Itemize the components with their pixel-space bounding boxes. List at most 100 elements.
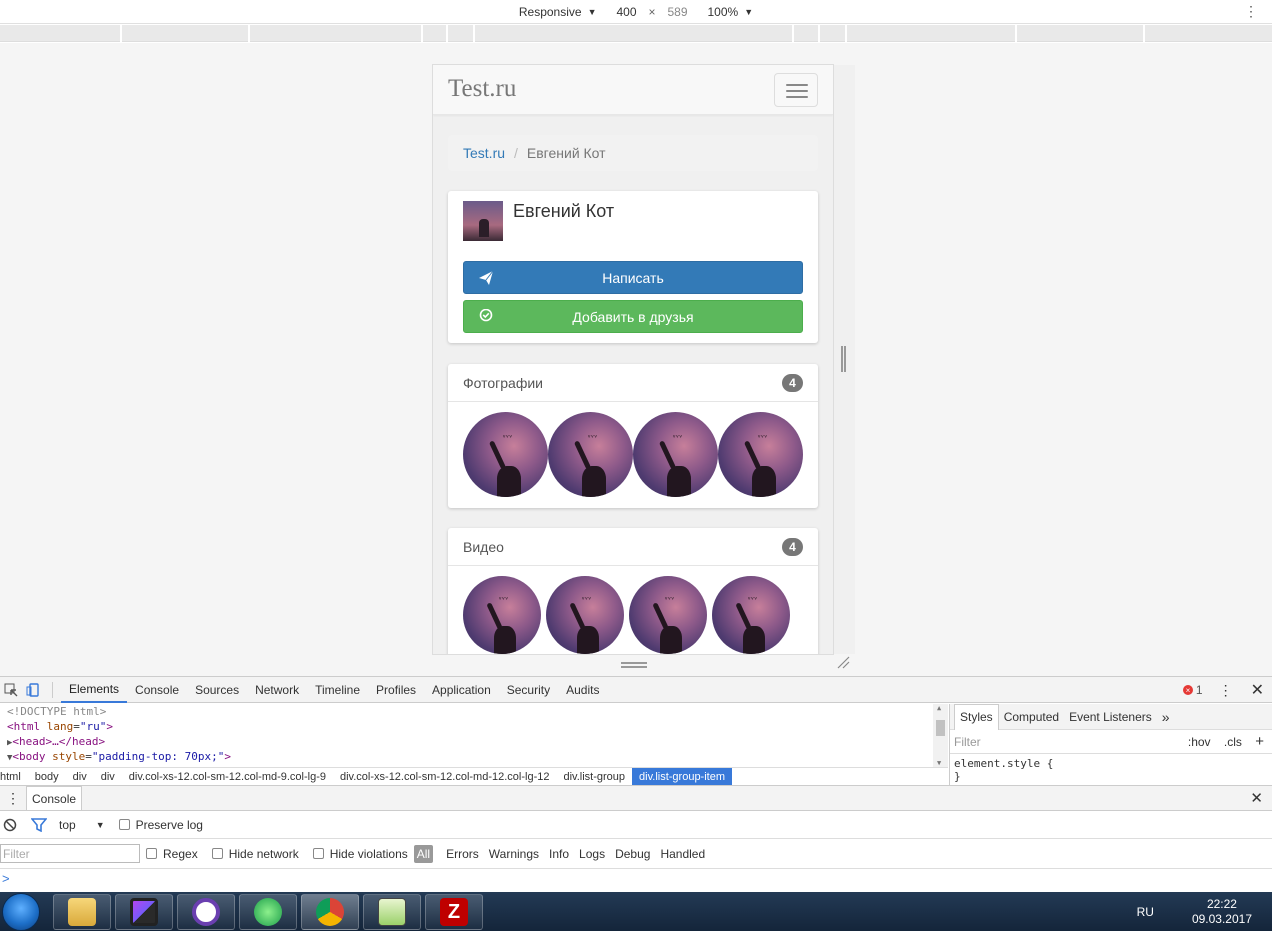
- tab-audits[interactable]: Audits: [558, 677, 607, 703]
- more-options-icon[interactable]: ⋮: [1244, 4, 1258, 18]
- hide-network-checkbox[interactable]: [211, 848, 223, 859]
- close-devtools-icon[interactable]: ✕: [1251, 680, 1264, 700]
- hide-violations-checkbox[interactable]: [312, 848, 324, 859]
- dom-crumb[interactable]: div.list-group: [556, 768, 632, 786]
- console-filter-input[interactable]: Filter: [0, 844, 140, 863]
- video-thumbnail[interactable]: ᵥᵥᵥ: [463, 576, 541, 654]
- video-thumbnail[interactable]: ᵥᵥᵥ: [629, 576, 707, 654]
- dom-breadcrumbs: html body div div div.col-xs-12.col-sm-1…: [0, 767, 948, 786]
- inspect-element-icon[interactable]: [0, 677, 22, 703]
- clock[interactable]: 22:22 09.03.2017: [1192, 897, 1252, 927]
- level-errors-button[interactable]: Errors: [446, 847, 479, 861]
- error-icon[interactable]: ×: [1182, 685, 1193, 695]
- zoom-select[interactable]: 100% ▼: [708, 5, 754, 19]
- tab-sources[interactable]: Sources: [187, 677, 247, 703]
- level-logs-button[interactable]: Logs: [579, 847, 605, 861]
- dom-tree[interactable]: <!DOCTYPE html> <html lang="ru"> ▶<head>…: [0, 704, 948, 767]
- filter-icon[interactable]: [31, 817, 47, 832]
- photo-thumbnail[interactable]: ᵥᵥᵥ: [633, 412, 718, 497]
- cls-toggle[interactable]: .cls: [1224, 735, 1242, 749]
- photo-thumbnail[interactable]: ᵥᵥᵥ: [463, 412, 548, 497]
- taskbar-app-file-explorer[interactable]: [53, 894, 111, 930]
- regex-checkbox[interactable]: [146, 848, 157, 859]
- drawer-tab-console[interactable]: Console: [26, 786, 83, 810]
- console-filter-bar: Filter Regex Hide network Hide violation…: [0, 839, 1272, 869]
- tab-network[interactable]: Network: [247, 677, 307, 703]
- more-tabs-icon[interactable]: »: [1157, 704, 1175, 730]
- resize-handle-right[interactable]: [841, 346, 846, 372]
- clear-console-icon[interactable]: [3, 818, 17, 832]
- video-thumbnail[interactable]: ᵥᵥᵥ: [712, 576, 790, 654]
- devtools-menu-icon[interactable]: ⋮: [1219, 682, 1233, 699]
- device-toolbar-toggle-icon[interactable]: [22, 677, 44, 703]
- video-panel-header[interactable]: Видео 4: [448, 528, 818, 566]
- photos-panel-header[interactable]: Фотографии 4: [448, 364, 818, 402]
- dom-scrollbar[interactable]: ▲ ▼: [933, 704, 948, 767]
- hov-toggle[interactable]: :hov: [1188, 735, 1211, 749]
- resize-handle-bottom[interactable]: [621, 662, 647, 668]
- media-query-ruler[interactable]: [0, 25, 1272, 42]
- video-thumbnail[interactable]: ᵥᵥᵥ: [546, 576, 624, 654]
- preserve-log-checkbox[interactable]: [118, 819, 130, 830]
- error-count[interactable]: 1: [1196, 683, 1203, 697]
- dom-crumb[interactable]: div.col-xs-12.col-sm-12.col-md-12.col-lg…: [333, 768, 556, 786]
- breadcrumb-home-link[interactable]: Test.ru: [463, 145, 505, 161]
- taskbar-app-chrome[interactable]: [301, 894, 359, 930]
- tab-timeline[interactable]: Timeline: [307, 677, 368, 703]
- photo-thumbnail[interactable]: ᵥᵥᵥ: [718, 412, 803, 497]
- chevron-down-icon[interactable]: ▼: [96, 820, 105, 830]
- dom-crumb[interactable]: div.col-xs-12.col-sm-12.col-md-9.col-lg-…: [122, 768, 333, 786]
- taskbar-app-github[interactable]: [177, 894, 235, 930]
- drawer-menu-icon[interactable]: ⋮: [6, 790, 20, 807]
- dom-head-tag[interactable]: <head>…</head>: [12, 735, 105, 748]
- dom-body-tag[interactable]: <body: [12, 750, 45, 763]
- send-message-button[interactable]: Написать: [463, 261, 803, 294]
- viewport-width-input[interactable]: 400: [608, 5, 644, 19]
- tab-elements[interactable]: Elements: [61, 677, 128, 703]
- taskbar-app-phpstorm[interactable]: [115, 894, 173, 930]
- level-info-button[interactable]: Info: [549, 847, 569, 861]
- viewport-height-input[interactable]: 589: [660, 5, 696, 19]
- start-button[interactable]: [2, 893, 40, 931]
- element-style-close: }: [954, 770, 961, 783]
- photo-thumbnail[interactable]: ᵥᵥᵥ: [548, 412, 633, 497]
- level-warnings-button[interactable]: Warnings: [489, 847, 539, 861]
- tab-console[interactable]: Console: [127, 677, 187, 703]
- tab-event-listeners[interactable]: Event Listeners: [1064, 704, 1157, 730]
- avatar[interactable]: [463, 201, 503, 241]
- level-debug-button[interactable]: Debug: [615, 847, 650, 861]
- dom-attr-name: style: [52, 750, 86, 763]
- styles-filter-input[interactable]: Filter :hov .cls +: [950, 730, 1272, 754]
- taskbar-app-filezilla[interactable]: Z: [425, 894, 483, 930]
- dom-crumb[interactable]: body: [28, 768, 66, 786]
- element-style-rule[interactable]: element.style { }: [950, 754, 1272, 786]
- level-handled-button[interactable]: Handled: [660, 847, 705, 861]
- dom-html-tag[interactable]: <html: [7, 720, 40, 733]
- console-filter-placeholder: Filter: [3, 846, 30, 861]
- add-friend-button[interactable]: Добавить в друзья: [463, 300, 803, 333]
- language-indicator[interactable]: RU: [1137, 905, 1154, 919]
- close-drawer-icon[interactable]: ✕: [1250, 789, 1263, 807]
- tab-computed[interactable]: Computed: [999, 704, 1064, 730]
- taskbar-app-green[interactable]: [239, 894, 297, 930]
- level-all-button[interactable]: All: [413, 844, 434, 863]
- console-context-select[interactable]: top: [59, 818, 76, 832]
- navbar-brand[interactable]: Test.ru: [448, 75, 516, 103]
- tab-styles[interactable]: Styles: [954, 703, 999, 730]
- hamburger-menu-button[interactable]: [774, 73, 818, 107]
- dom-crumb-selected[interactable]: div.list-group-item: [632, 767, 733, 786]
- add-style-rule-icon[interactable]: +: [1255, 733, 1264, 750]
- resize-corner-icon[interactable]: [836, 655, 850, 669]
- console-prompt[interactable]: >: [2, 871, 10, 886]
- dom-crumb[interactable]: div: [94, 768, 122, 786]
- device-mode-label: Responsive: [518, 4, 582, 19]
- tab-security[interactable]: Security: [499, 677, 558, 703]
- dom-crumb[interactable]: html: [0, 768, 28, 786]
- taskbar-app-notepad-plus-plus[interactable]: [363, 894, 421, 930]
- profile-name: Евгений Кот: [513, 201, 615, 221]
- notepad-plus-plus-icon: [378, 898, 406, 926]
- device-mode-select[interactable]: Responsive ▼: [519, 5, 597, 19]
- tab-profiles[interactable]: Profiles: [368, 677, 424, 703]
- dom-crumb[interactable]: div: [66, 768, 94, 786]
- tab-application[interactable]: Application: [424, 677, 499, 703]
